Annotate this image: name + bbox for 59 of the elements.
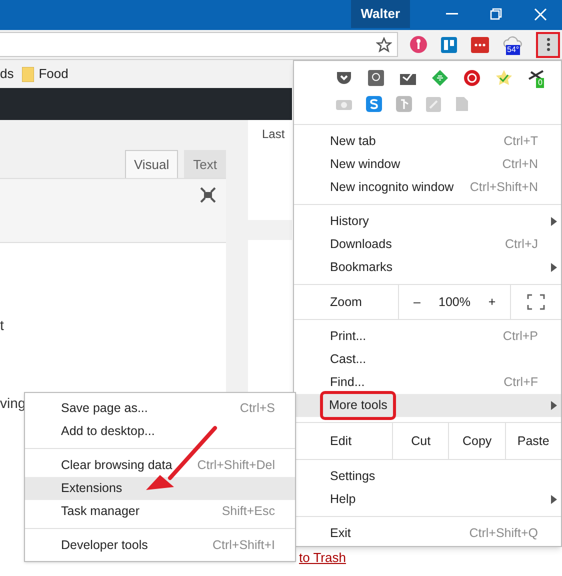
shortcut-text: Ctrl+Shift+Del [197,457,275,474]
restore-icon [490,8,502,20]
pocket-icon[interactable] [336,71,352,85]
shortcut-text: Ctrl+S [240,400,275,418]
menu-item[interactable]: Exit Ctrl+Shift+Q [294,522,561,545]
menu-item[interactable]: More tools [294,394,561,417]
zoom-level: 100% [438,294,470,311]
text-fragment: t [0,316,4,335]
menu-item[interactable]: Find... Ctrl+F [294,371,561,394]
menu-item[interactable]: Print... Ctrl+P [294,325,561,348]
menu-item[interactable]: Bookmarks [294,256,561,279]
menu-item[interactable]: History [294,210,561,233]
zoom-in-button[interactable]: + [482,292,502,312]
menu-item[interactable]: Add to desktop... [25,420,295,443]
profile-name[interactable]: Walter [350,0,410,28]
trash-link[interactable]: to Trash [299,548,346,568]
star-check-icon[interactable] [496,70,512,86]
shortcut-text: Ctrl+Shift+Q [469,525,538,542]
fullscreen-icon[interactable] [200,187,216,203]
menu-item[interactable]: Help [294,488,561,511]
shortcut-text: Ctrl+Shift+I [212,537,275,554]
zoom-out-button[interactable]: – [407,292,427,312]
menu-item[interactable]: Cast... [294,348,561,371]
menu-item[interactable]: New tab Ctrl+T [294,130,561,153]
bookmark[interactable]: Food [38,64,68,84]
bookmark[interactable]: ds [0,64,14,84]
shortcut-text: Ctrl+P [502,328,538,346]
menu-item[interactable]: Extensions [25,477,295,500]
minimize-icon [446,13,458,15]
folder-icon [22,66,34,82]
more-icon [546,38,550,51]
shortcut-text: Ctrl+Shift+N [470,179,538,196]
temperature-badge: 54° [506,44,520,54]
close-icon [534,8,546,20]
star-icon[interactable] [376,36,392,52]
shortcut-text: Ctrl+T [504,133,538,150]
board-icon[interactable] [441,36,457,52]
menu-item[interactable]: Save page as... Ctrl+S [25,397,295,420]
menu-item[interactable]: Clear browsing data Ctrl+Shift+Del [25,454,295,477]
menu-item[interactable]: Developer tools Ctrl+Shift+I [25,534,295,557]
fullscreen-icon[interactable] [527,294,545,310]
shortcut-text: Shift+Esc [222,503,275,520]
address-field[interactable] [0,32,398,57]
envelope-icon[interactable] [400,71,416,85]
shortcut-text: Ctrl+N [502,156,538,174]
menu-item[interactable]: Settings [294,465,561,488]
shortcut-text: Ctrl+F [504,374,538,392]
edit-label: Edit [329,432,353,450]
count-badge: 0 [536,78,544,88]
menu-item[interactable]: Downloads Ctrl+J [294,233,561,256]
shortcut-text: Ctrl+J [505,236,538,254]
editor-tab[interactable]: Text [184,150,226,178]
menu-item[interactable]: New window Ctrl+N [294,153,561,176]
menu-item[interactable]: New incognito window Ctrl+Shift+N [294,176,561,199]
side-label: Last [262,127,285,141]
zoom-label: Zoom [329,294,363,311]
editor-tab[interactable]: Visual [124,150,178,178]
menu-button[interactable] [536,32,560,58]
menu-item[interactable]: Task manager Shift+Esc [25,500,295,523]
